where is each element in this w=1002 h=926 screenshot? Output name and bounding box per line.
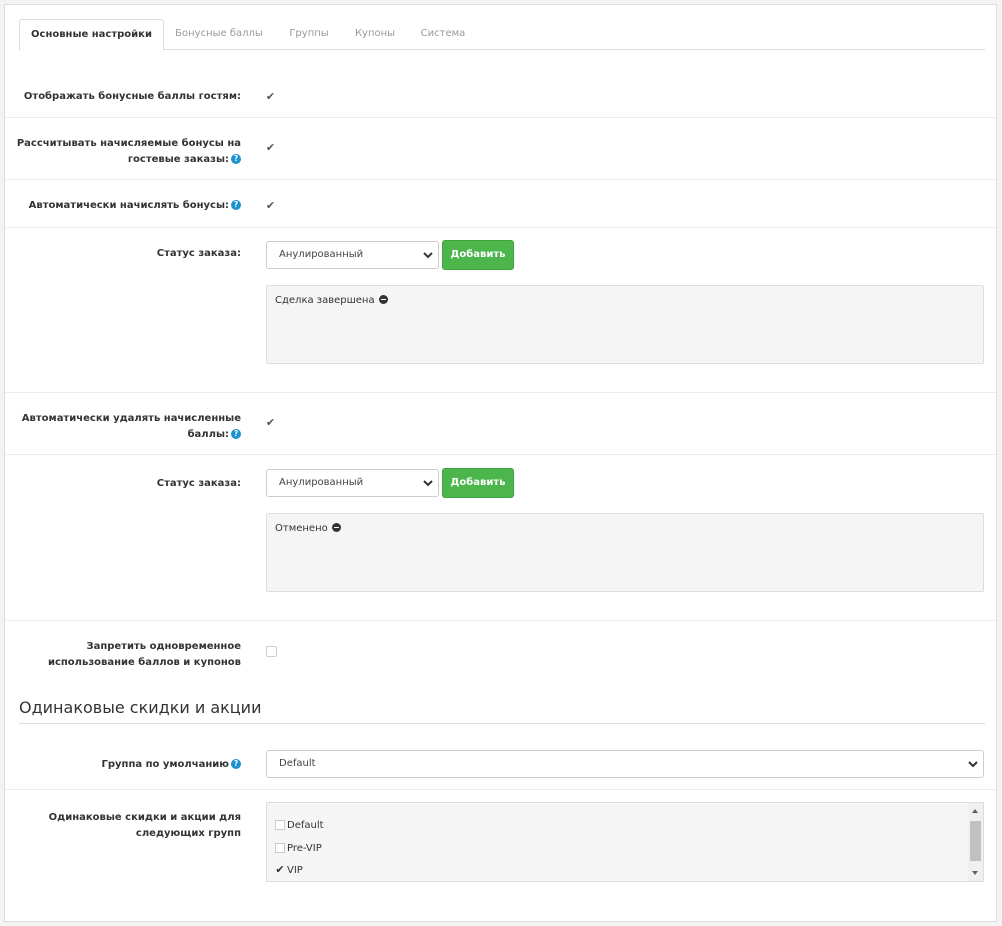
status-remove-select-value: Анулированный — [279, 477, 364, 488]
group-checkbox[interactable] — [275, 820, 285, 830]
guest-orders-checkbox[interactable]: ✔ — [265, 142, 276, 153]
forbid-coupons-label-line1: Запретить одновременное — [86, 641, 241, 652]
auto-accrue-label: Автоматически начислять бонусы:? — [11, 198, 241, 214]
status-remove-select[interactable]: Анулированный — [266, 469, 439, 497]
status-accrue-label: Статус заказа: — [156, 248, 241, 259]
row-show-guests: Отображать бонусные баллы гостям: ✔ — [5, 69, 996, 117]
same-discounts-label: Одинаковые скидки и акции для следующих … — [11, 810, 241, 842]
auto-remove-label: Автоматически удалять начисленные баллы:… — [11, 411, 241, 443]
tab-bonus-points[interactable]: Бонусные баллы — [169, 19, 269, 50]
auto-accrue-checkbox[interactable]: ✔ — [265, 200, 276, 211]
status-remove-label: Статус заказа: — [156, 478, 241, 489]
status-accrue-tag-list: Сделка завершена — [266, 285, 984, 364]
help-icon[interactable]: ? — [231, 429, 241, 439]
row-auto-remove: Автоматически удалять начисленные баллы:… — [5, 392, 996, 454]
tab-coupons[interactable]: Купоны — [345, 19, 405, 50]
listbox-scrollbar[interactable] — [968, 803, 983, 881]
same-discounts-listbox[interactable]: Default Pre-VIP ✔ VIP — [266, 802, 984, 882]
remove-icon[interactable] — [378, 294, 388, 304]
group-label: VIP — [287, 865, 303, 876]
status-tag-label: Сделка завершена — [275, 295, 375, 306]
scroll-down-icon[interactable] — [972, 871, 978, 875]
tab-bar: Основные настройки Бонусные баллы Группы… — [19, 19, 985, 51]
remove-icon[interactable] — [331, 522, 341, 532]
help-icon[interactable]: ? — [231, 154, 241, 164]
tab-system[interactable]: Система — [413, 19, 473, 50]
same-discounts-label-line1: Одинаковые скидки и акции для — [48, 812, 241, 823]
forbid-coupons-label-line2: использование баллов и купонов — [47, 657, 241, 668]
help-icon[interactable]: ? — [231, 200, 241, 210]
default-group-select-value: Default — [279, 758, 316, 769]
add-status-accrue-button[interactable]: Добавить — [442, 240, 514, 270]
guest-orders-label-line2: гостевые заказы: — [127, 154, 229, 165]
chevron-down-icon — [968, 761, 978, 768]
section-title: Одинаковые скидки и акции — [19, 698, 985, 724]
row-status-accrue: Статус заказа: Анулированный Добавить Сд… — [5, 227, 996, 392]
settings-panel: Основные настройки Бонусные баллы Группы… — [4, 4, 997, 922]
guest-orders-label-line1: Рассчитывать начисляемые бонусы на — [16, 138, 241, 149]
status-tag-label: Отменено — [275, 523, 328, 534]
help-icon[interactable]: ? — [231, 759, 241, 769]
list-item[interactable]: Default — [275, 820, 324, 834]
show-guests-label: Отображать бонусные баллы гостям: — [23, 91, 241, 102]
status-tag: Сделка завершена — [275, 294, 388, 306]
tab-basic-settings[interactable]: Основные настройки — [19, 19, 164, 51]
same-discounts-label-line2: следующих групп — [135, 828, 241, 839]
row-status-remove: Статус заказа: Анулированный Добавить От… — [5, 454, 996, 620]
list-item[interactable]: ✔ VIP — [275, 864, 303, 879]
status-accrue-select[interactable]: Анулированный — [266, 241, 439, 269]
auto-remove-label-line1: Автоматически удалять начисленные — [21, 413, 241, 424]
group-checkbox[interactable] — [275, 843, 285, 853]
chevron-down-icon — [423, 480, 433, 487]
guest-orders-label: Рассчитывать начисляемые бонусы на госте… — [11, 136, 241, 168]
forbid-coupons-label: Запретить одновременное использование ба… — [11, 639, 241, 671]
scroll-thumb[interactable] — [970, 821, 981, 861]
status-tag: Отменено — [275, 522, 341, 534]
chevron-down-icon — [423, 252, 433, 259]
default-group-select[interactable]: Default — [266, 750, 984, 778]
row-guest-orders: Рассчитывать начисляемые бонусы на госте… — [5, 117, 996, 179]
status-remove-tag-list: Отменено — [266, 513, 984, 592]
list-item[interactable]: Pre-VIP — [275, 843, 322, 857]
add-status-remove-button[interactable]: Добавить — [442, 468, 514, 498]
group-label: Default — [287, 820, 324, 831]
scroll-up-icon[interactable] — [972, 809, 978, 813]
status-accrue-select-value: Анулированный — [279, 249, 364, 260]
row-auto-accrue: Автоматически начислять бонусы:? ✔ — [5, 179, 996, 227]
group-checkbox[interactable]: ✔ — [275, 864, 285, 875]
group-label: Pre-VIP — [287, 843, 322, 854]
row-default-group: Группа по умолчанию? Default — [5, 735, 996, 789]
auto-remove-label-line2: баллы: — [187, 429, 229, 440]
row-forbid-coupons: Запретить одновременное использование ба… — [5, 620, 996, 690]
show-guests-checkbox[interactable]: ✔ — [265, 91, 276, 102]
default-group-label-text: Группа по умолчанию — [101, 759, 230, 770]
auto-accrue-label-text: Автоматически начислять бонусы: — [28, 200, 229, 211]
default-group-label: Группа по умолчанию? — [11, 757, 241, 773]
auto-remove-checkbox[interactable]: ✔ — [265, 417, 276, 428]
tab-groups[interactable]: Группы — [279, 19, 339, 50]
forbid-coupons-checkbox[interactable] — [266, 646, 277, 657]
